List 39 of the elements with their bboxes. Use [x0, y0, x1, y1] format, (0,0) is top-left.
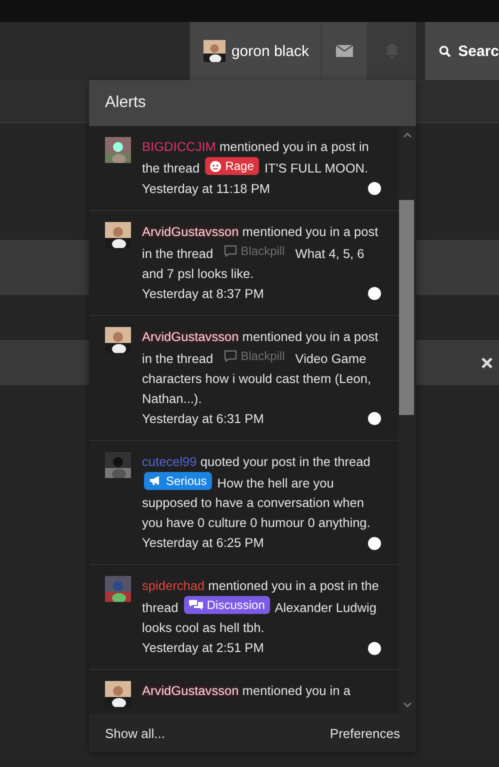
unread-dot[interactable] — [368, 642, 381, 654]
unread-dot[interactable] — [368, 182, 381, 195]
alert-time: Yesterday at 6:31 PM — [142, 410, 264, 428]
search-button[interactable]: Searc — [425, 22, 499, 80]
alert-time: Yesterday at 6:25 PM — [142, 534, 264, 552]
alert-text: ArvidGustavsson mentioned you in a post in the thread Blackpill What 4, 5, 6 and 7 psl looks like. — [142, 222, 380, 283]
alert-text: cutecel99 quoted your post in the thread Serious How the hell are you supposed to have a conversation when you have 0 culture 0 humour 0 anything. — [142, 452, 372, 532]
preferences-link[interactable]: Preferences — [330, 726, 400, 740]
alert-item[interactable]: BIGDICCJIM mentioned you in a post in the thread Rage IT'S FULL MOON. Yesterday at 11:18 PM — [89, 126, 399, 210]
alert-item[interactable]: cutecel99 quoted your post in the thread Serious How the hell are you supposed to have a conversation when you have 0 culture 0 humour 0 anything. Yesterday at 6:25 PM — [89, 440, 399, 565]
megaphone-icon — [149, 475, 162, 486]
alert-time: Yesterday at 2:51 PM — [142, 639, 264, 657]
show-all-link[interactable]: Show all... — [105, 726, 165, 740]
alert-text: ArvidGustavsson mentioned you in a post in the thread Blackpill Video Game characters how i would cast them (Leon, Nathan...). — [142, 328, 380, 408]
scrollbar-thumb[interactable] — [399, 200, 414, 415]
face-icon — [210, 160, 222, 172]
alert-item[interactable]: ArvidGustavsson mentioned you in a post in the thread Blackpill Video Game characters how i would cast them (Leon, Nathan...). Yesterday at 6:31 PM — [89, 316, 399, 440]
alert-text: spiderchad mentioned you in a post in the thread Discussion Alexander Ludwig looks cool as hell tbh. — [142, 577, 380, 637]
chevron-down-icon — [403, 702, 412, 708]
user-menu-button[interactable]: goron black — [190, 22, 322, 80]
alert-item[interactable]: spiderchad mentioned you in a post in the thread Discussion Alexander Ludwig looks cool as hell tbh. Yesterday at 2:51 PM — [89, 565, 399, 670]
speech-bubble-icon — [224, 244, 237, 256]
alert-item[interactable]: ArvidGustavsson mentioned you in a post in the thread Blackpill What 4, 5, 6 and 7 psl looks like. Yesterday at 8:37 PM — [89, 210, 399, 316]
close-icon[interactable] — [481, 356, 493, 368]
inbox-button[interactable] — [322, 22, 368, 80]
alert-text: BIGDICCJIM mentioned you in a post in the thread Rage IT'S FULL MOON. — [142, 138, 370, 178]
speech-bubble-icon — [224, 350, 237, 362]
chat-bubbles-icon — [188, 599, 203, 611]
unread-dot[interactable] — [368, 536, 381, 550]
search-icon — [439, 44, 452, 58]
alert-time: Yesterday at 11:18 PM — [142, 180, 270, 198]
unread-dot[interactable] — [368, 287, 381, 300]
envelope-icon — [336, 45, 353, 57]
dropdown-title: Alerts — [89, 80, 416, 126]
unread-dot[interactable] — [368, 412, 381, 425]
scrollbar[interactable] — [399, 126, 416, 714]
chevron-up-icon — [403, 132, 412, 138]
alert-text: ArvidGustavsson mentioned you in a — [142, 682, 352, 700]
alert-time: Yesterday at 8:37 PM — [142, 284, 264, 303]
